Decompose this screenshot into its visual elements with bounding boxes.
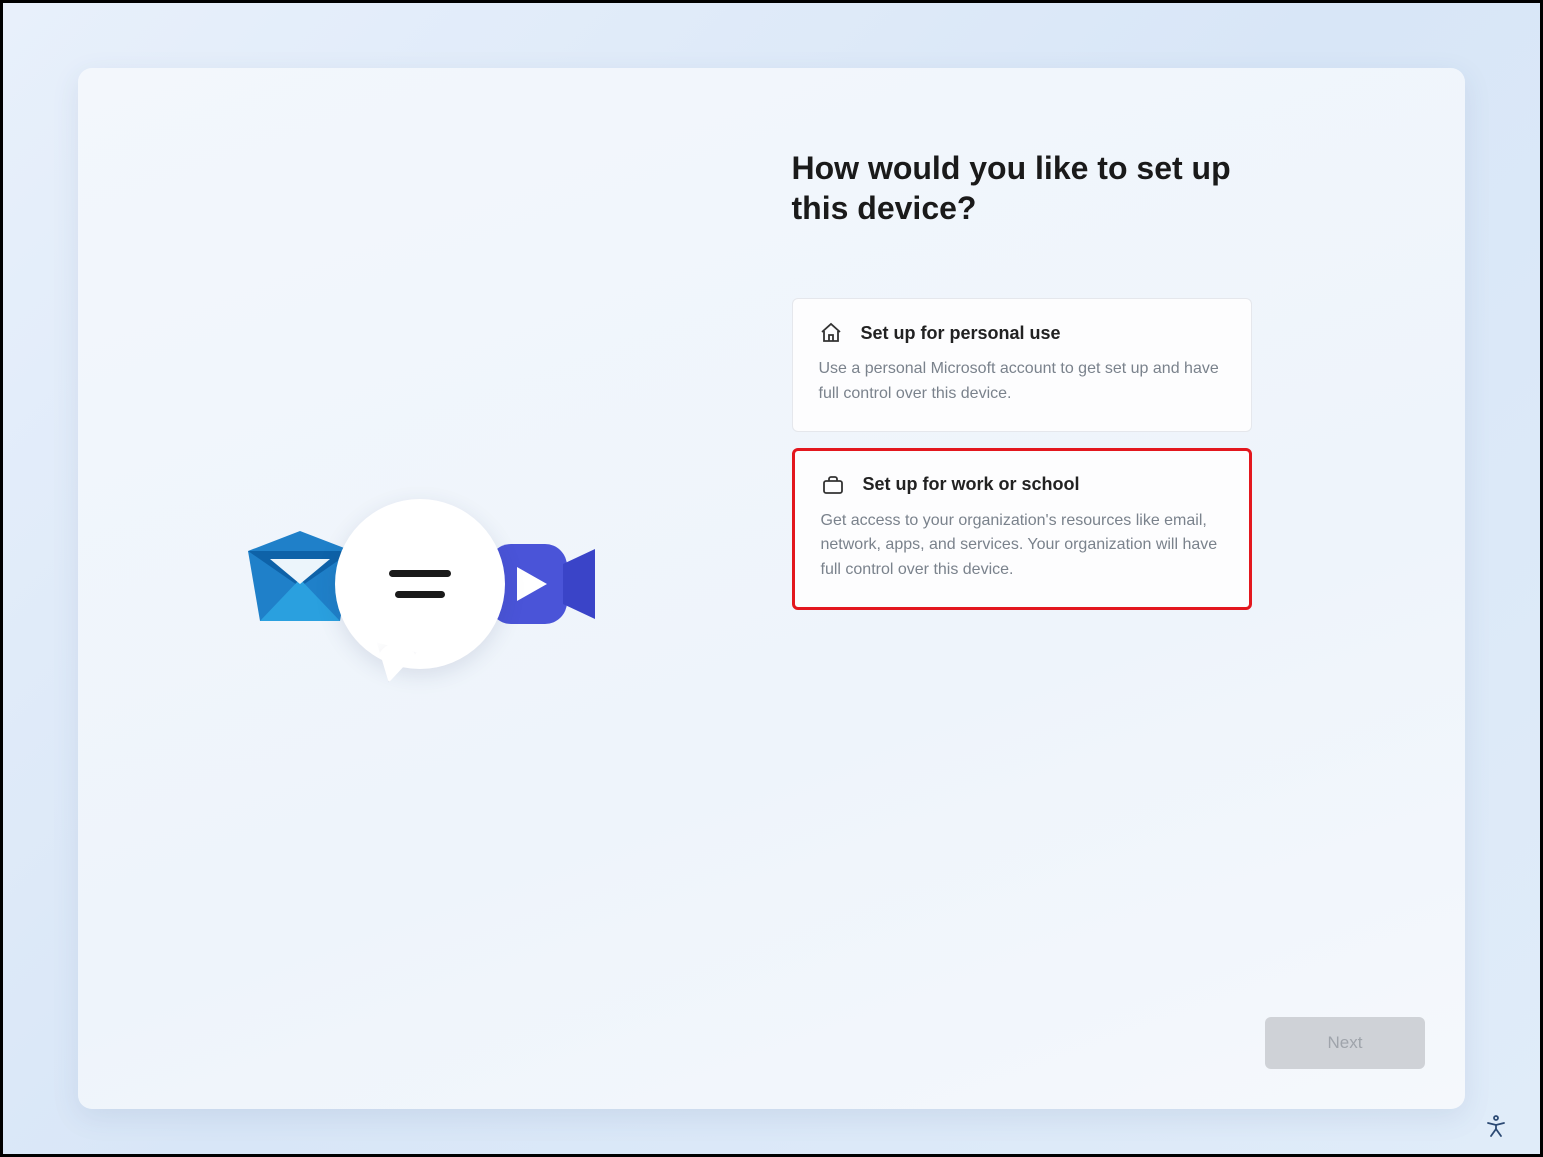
option-title: Set up for work or school bbox=[863, 474, 1080, 495]
oobe-panel: How would you like to set up this device… bbox=[78, 68, 1465, 1109]
content-pane: How would you like to set up this device… bbox=[772, 68, 1466, 1109]
next-button[interactable]: Next bbox=[1265, 1017, 1425, 1069]
setup-illustration bbox=[240, 489, 610, 689]
home-icon bbox=[819, 321, 843, 345]
option-title: Set up for personal use bbox=[861, 323, 1061, 344]
illustration-pane bbox=[78, 68, 772, 1109]
accessibility-icon bbox=[1484, 1114, 1508, 1138]
option-personal-use[interactable]: Set up for personal use Use a personal M… bbox=[792, 298, 1252, 432]
accessibility-button[interactable] bbox=[1482, 1112, 1510, 1140]
briefcase-icon bbox=[821, 473, 845, 497]
page-title: How would you like to set up this device… bbox=[792, 148, 1252, 228]
option-work-school[interactable]: Set up for work or school Get access to … bbox=[792, 448, 1252, 610]
option-description: Use a personal Microsoft account to get … bbox=[819, 357, 1225, 407]
chat-bubble-icon bbox=[335, 499, 505, 669]
option-description: Get access to your organization's resour… bbox=[821, 509, 1223, 583]
